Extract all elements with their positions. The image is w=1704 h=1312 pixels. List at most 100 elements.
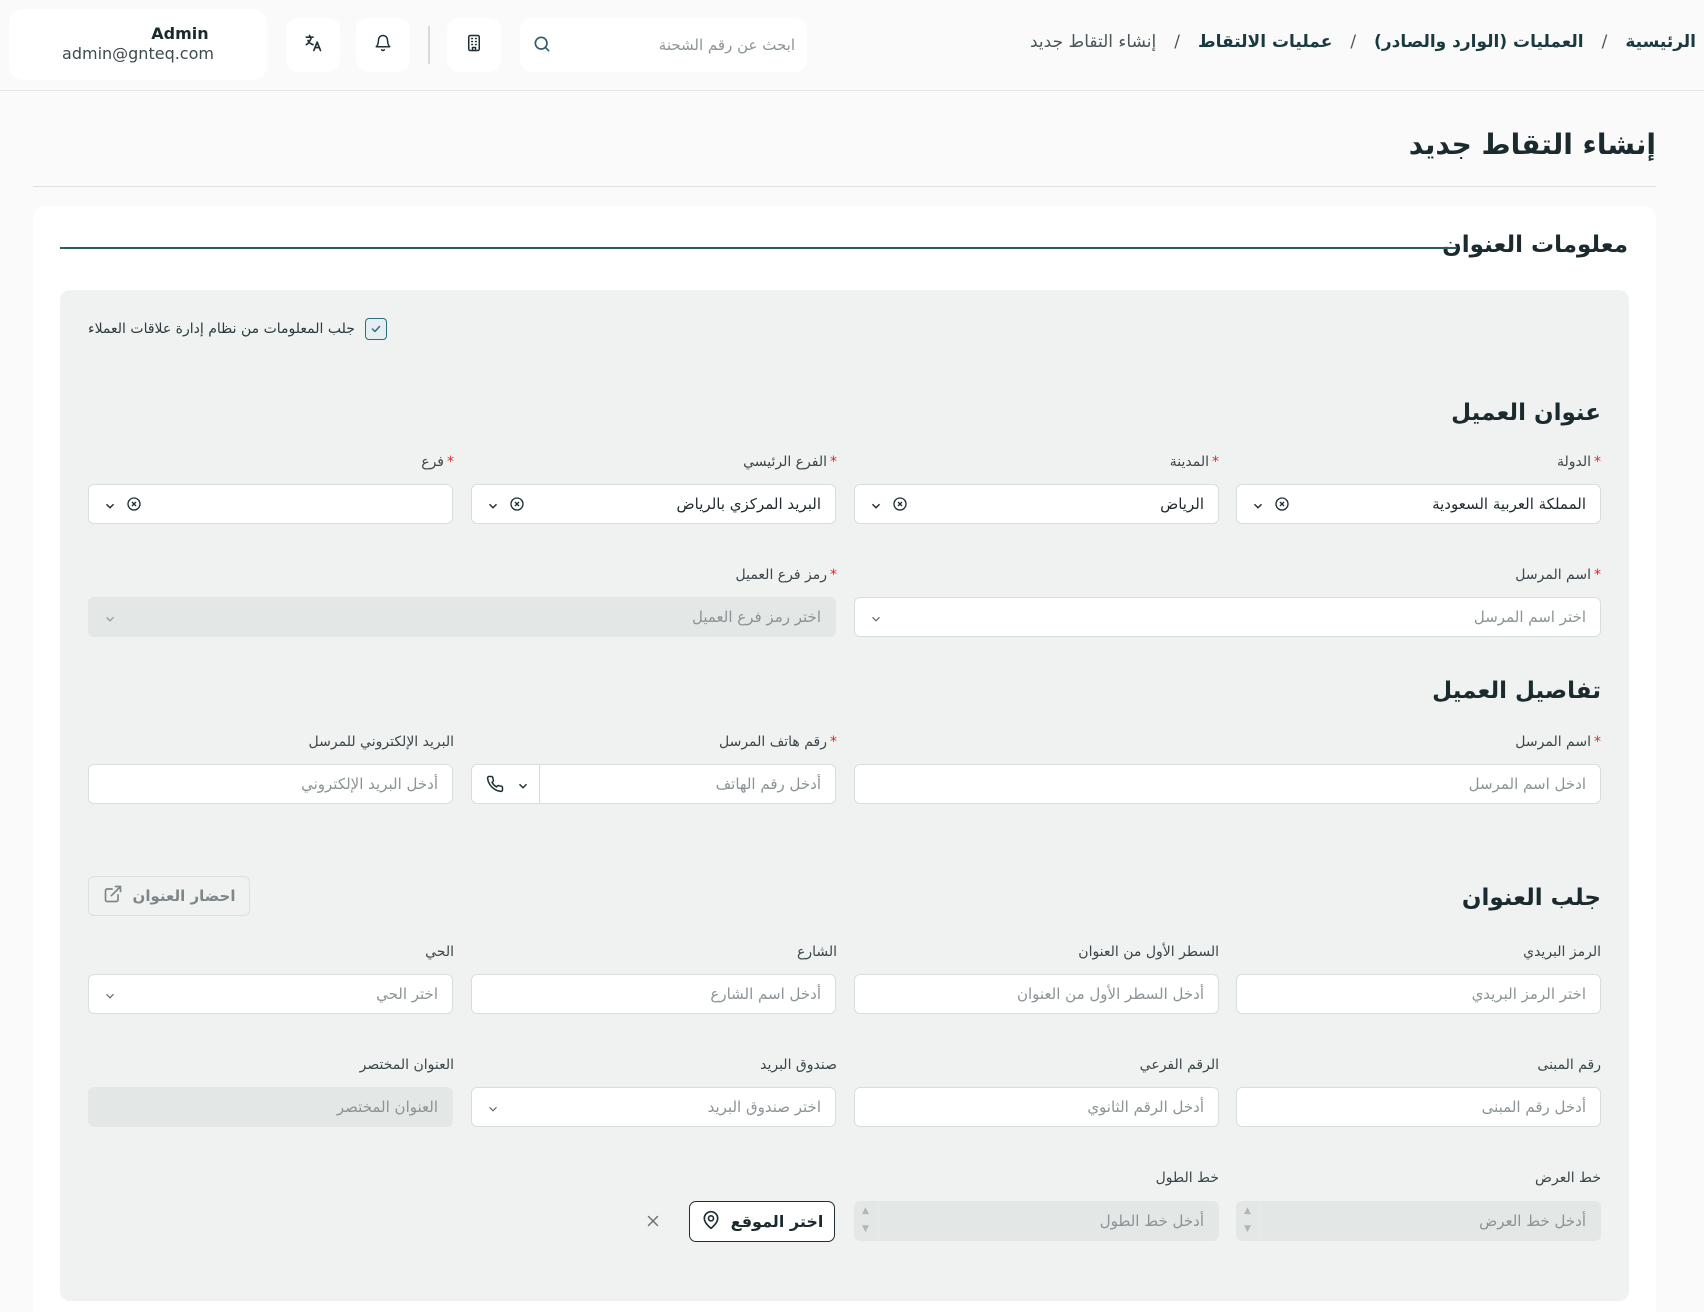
- number-stepper: ▲ ▼: [855, 1202, 879, 1240]
- longitude-label: خط الطول: [1155, 1170, 1219, 1186]
- sender-email-label: البريد الإلكتروني للمرسل: [308, 734, 454, 750]
- crm-fetch-label: جلب المعلومات من نظام إدارة علاقات العمل…: [88, 321, 355, 337]
- short-address-placeholder: العنوان المختصر: [336, 1098, 438, 1116]
- building-number-input[interactable]: أدخل رقم المبنى: [1236, 1087, 1601, 1127]
- organization-button[interactable]: [447, 18, 501, 72]
- main-branch-label: *الفرع الرئيسي: [743, 454, 837, 470]
- chevron-down-icon[interactable]: [1251, 498, 1265, 517]
- top-header: Admin admin@gnteq.com ابحث عن رقم الشحنة…: [0, 0, 1704, 91]
- sender-name-label: *اسم المرسل: [1515, 734, 1601, 750]
- sender-name-select[interactable]: اختر اسم المرسل: [854, 597, 1601, 637]
- clear-icon[interactable]: [892, 496, 908, 516]
- map-pin-icon: [701, 1210, 721, 1234]
- clear-icon[interactable]: [126, 496, 142, 516]
- sender-name-select-label: *اسم المرسل: [1515, 567, 1601, 583]
- phone-country-select[interactable]: [472, 765, 540, 803]
- chevron-down-icon[interactable]: [869, 611, 883, 630]
- section-divider: [60, 247, 1457, 249]
- breadcrumb-separator: /: [1601, 32, 1608, 52]
- main-branch-value: البريد المركزي بالرياض: [676, 495, 821, 513]
- language-button[interactable]: [286, 18, 340, 72]
- user-name: Admin: [151, 24, 209, 43]
- chevron-down-icon[interactable]: [869, 498, 883, 517]
- country-select[interactable]: المملكة العربية السعودية: [1236, 484, 1601, 524]
- phone-icon: [486, 775, 504, 797]
- postal-code-label: الرمز البريدي: [1523, 944, 1601, 960]
- po-box-placeholder: اختر صندوق البريد: [707, 1098, 821, 1116]
- address-line1-placeholder: أدخل السطر الأول من العنوان: [1016, 985, 1204, 1003]
- customer-address-title: عنوان العميل: [1451, 400, 1601, 426]
- chevron-down-icon[interactable]: [103, 988, 117, 1007]
- breadcrumb-current: إنشاء التقاط جديد: [1029, 32, 1157, 52]
- city-label: *المدينة: [1169, 454, 1219, 470]
- street-placeholder: أدخل اسم الشارع: [710, 985, 821, 1003]
- district-placeholder: اختر الحي: [376, 985, 438, 1003]
- chevron-down-icon: [516, 778, 530, 797]
- district-select[interactable]: اختر الحي: [88, 974, 453, 1014]
- branch-select[interactable]: [88, 484, 453, 524]
- longitude-input: أدخل خط الطول ▲ ▼: [854, 1201, 1219, 1241]
- fetch-address-button[interactable]: احضار العنوان: [88, 876, 250, 916]
- main-branch-select[interactable]: البريد المركزي بالرياض: [471, 484, 836, 524]
- crm-fetch-row[interactable]: جلب المعلومات من نظام إدارة علاقات العمل…: [88, 318, 387, 340]
- chevron-down-icon[interactable]: [486, 498, 500, 517]
- clear-icon[interactable]: [1274, 496, 1290, 516]
- shipment-search[interactable]: [520, 18, 807, 72]
- sender-phone-label: *رقم هاتف المرسل: [718, 734, 837, 750]
- number-stepper: ▲ ▼: [1237, 1202, 1261, 1240]
- sender-phone-input[interactable]: أدخل رقم الهاتف: [471, 764, 836, 804]
- sender-name-input[interactable]: ادخل اسم المرسل: [854, 764, 1601, 804]
- po-box-label: صندوق البريد: [760, 1057, 837, 1073]
- search-input[interactable]: [565, 28, 795, 62]
- client-branch-code-select: اختر رمز فرع العميل: [88, 597, 836, 637]
- building-icon: [465, 34, 483, 56]
- chevron-down-icon: [103, 611, 117, 630]
- clear-icon[interactable]: [509, 496, 525, 516]
- chevron-down-icon[interactable]: [103, 498, 117, 517]
- pick-location-label: اختر الموقع: [730, 1212, 824, 1231]
- fetch-address-label: احضار العنوان: [132, 887, 236, 905]
- street-label: الشارع: [796, 944, 837, 960]
- breadcrumb-home[interactable]: الرئيسية: [1625, 32, 1696, 52]
- search-icon: [532, 34, 552, 58]
- fetch-address-title: جلب العنوان: [1461, 885, 1601, 911]
- sender-email-input[interactable]: أدخل البريد الإلكتروني: [88, 764, 453, 804]
- latitude-input: أدخل خط العرض ▲ ▼: [1236, 1201, 1601, 1241]
- street-input[interactable]: أدخل اسم الشارع: [471, 974, 836, 1014]
- close-icon[interactable]: [644, 1212, 662, 1234]
- sub-number-input[interactable]: أدخل الرقم الثانوي: [854, 1087, 1219, 1127]
- city-select[interactable]: الرياض: [854, 484, 1219, 524]
- district-label: الحي: [425, 944, 454, 960]
- po-box-select[interactable]: اختر صندوق البريد: [471, 1087, 836, 1127]
- breadcrumb-pickup-operations[interactable]: عمليات الالتقاط: [1198, 32, 1332, 52]
- breadcrumb-separator: /: [1350, 32, 1357, 52]
- breadcrumb-operations[interactable]: العمليات (الوارد والصادر): [1374, 32, 1584, 52]
- building-number-label: رقم المبنى: [1537, 1057, 1601, 1073]
- address-line1-label: السطر الأول من العنوان: [1078, 944, 1219, 960]
- customer-details-title: تفاصيل العميل: [1432, 678, 1601, 704]
- translate-icon: [303, 33, 323, 57]
- address-line1-input[interactable]: أدخل السطر الأول من العنوان: [854, 974, 1219, 1014]
- building-number-placeholder: أدخل رقم المبنى: [1481, 1098, 1586, 1116]
- breadcrumb: الرئيسية / العمليات (الوارد والصادر) / ع…: [1030, 32, 1696, 52]
- country-label: *الدولة: [1556, 454, 1601, 470]
- user-profile-card[interactable]: Admin admin@gnteq.com: [9, 9, 267, 80]
- sender-email-placeholder: أدخل البريد الإلكتروني: [301, 775, 438, 793]
- city-value: الرياض: [1160, 495, 1204, 513]
- sender-name-placeholder: ادخل اسم المرسل: [1468, 775, 1586, 793]
- client-branch-code-label: *رمز فرع العميل: [735, 567, 838, 583]
- postal-code-placeholder: اختر الرمز البريدي: [1471, 985, 1586, 1003]
- longitude-placeholder: أدخل خط الطول: [1099, 1212, 1204, 1230]
- chevron-down-icon[interactable]: [486, 1101, 500, 1120]
- latitude-placeholder: أدخل خط العرض: [1479, 1212, 1586, 1230]
- crm-fetch-checkbox[interactable]: [364, 318, 387, 340]
- short-address-input: العنوان المختصر: [88, 1087, 453, 1127]
- user-email: admin@gnteq.com: [62, 44, 214, 63]
- form-panel: جلب المعلومات من نظام إدارة علاقات العمل…: [60, 290, 1629, 1301]
- notifications-button[interactable]: [356, 18, 410, 72]
- branch-label: *فرع: [421, 454, 454, 470]
- bell-icon: [374, 34, 392, 56]
- postal-code-input[interactable]: اختر الرمز البريدي: [1236, 974, 1601, 1014]
- client-branch-code-placeholder: اختر رمز فرع العميل: [691, 608, 821, 626]
- pick-location-button[interactable]: اختر الموقع: [689, 1201, 835, 1242]
